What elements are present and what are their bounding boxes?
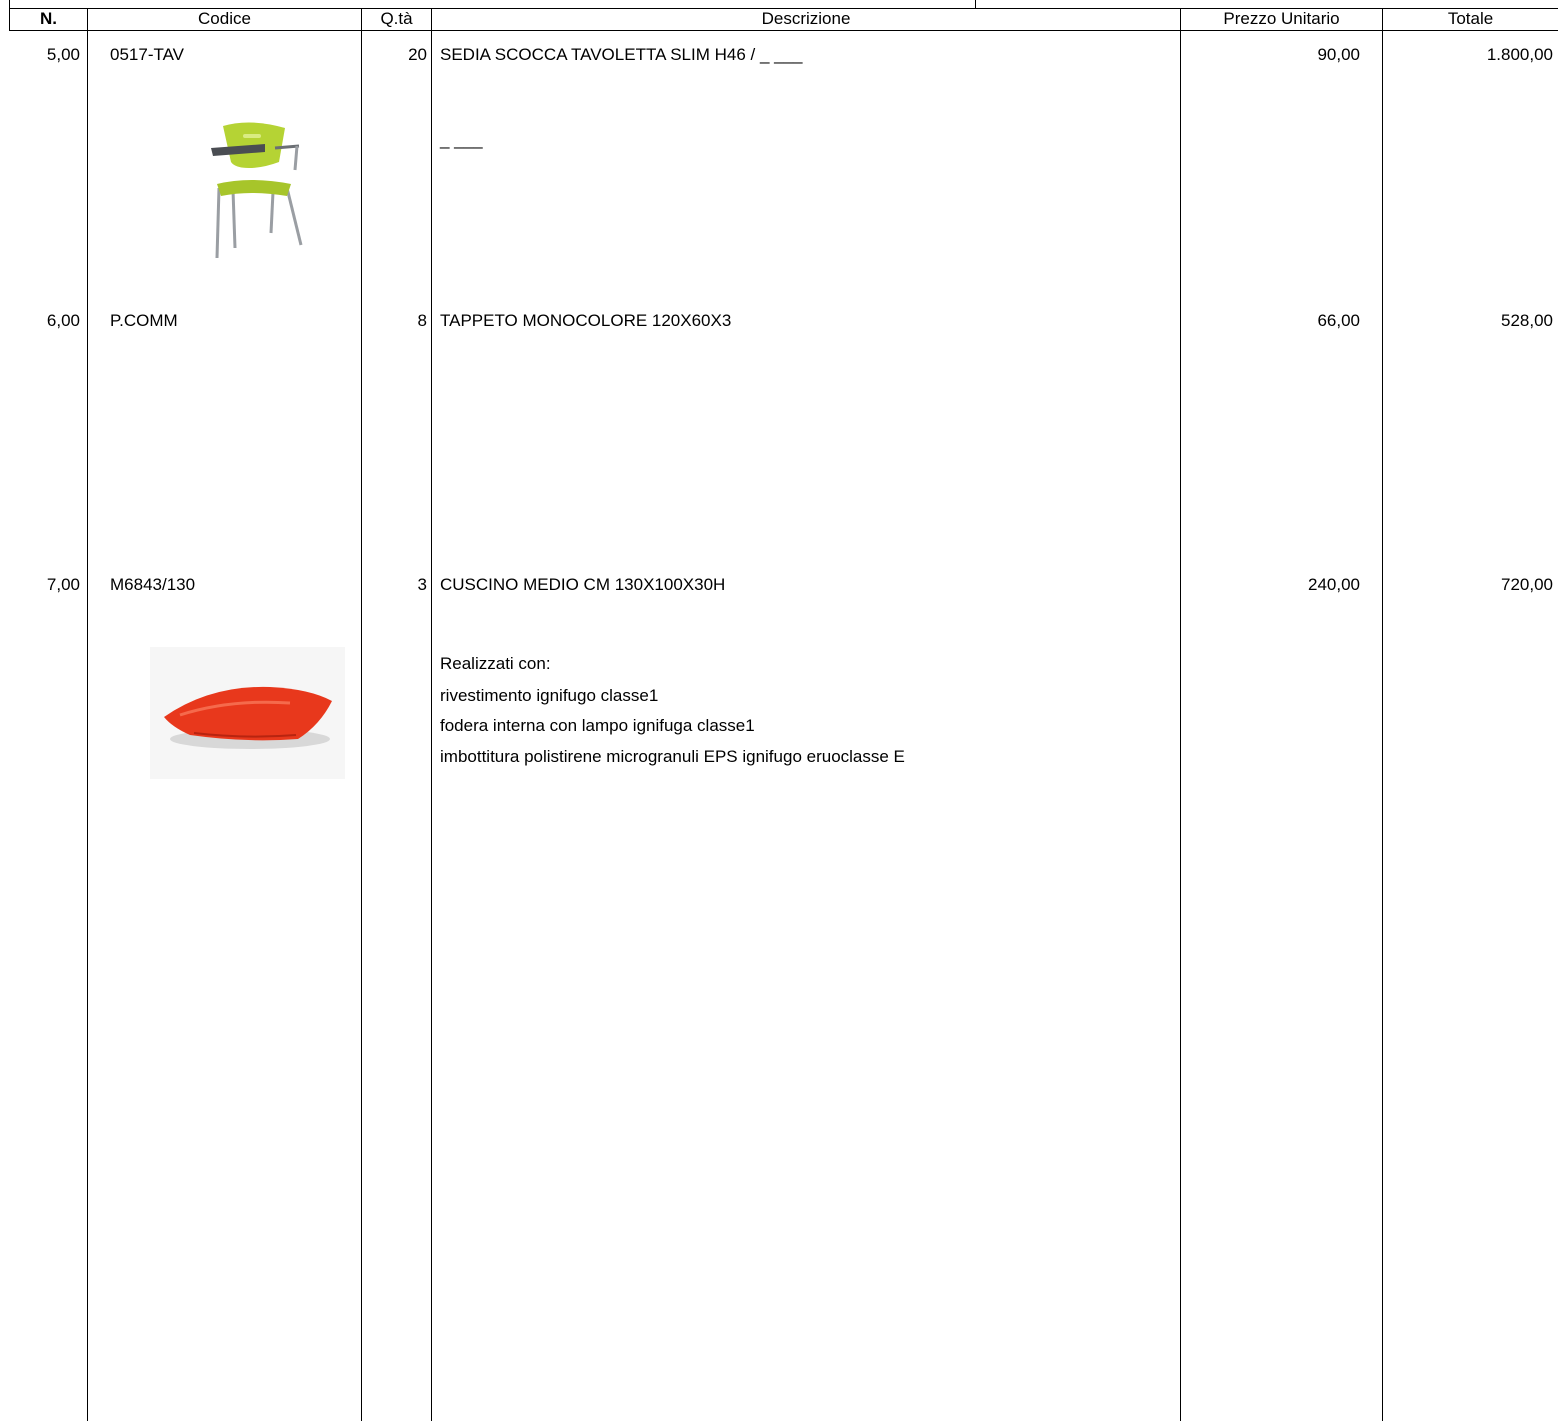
row-5-prezzo: 90,00	[1317, 45, 1360, 64]
cushion-image	[150, 647, 345, 779]
row-7-totale: 720,00	[1501, 575, 1553, 594]
row-7-n: 7,00	[46, 575, 80, 594]
header-qta: Q.tà	[380, 9, 413, 28]
invoice-page: N. Codice Q.tà Descrizione Prezzo Unitar…	[0, 0, 1558, 1421]
row-5-n: 5,00	[46, 45, 80, 64]
col-divider-codice	[361, 8, 362, 1421]
row-6-n: 6,00	[46, 311, 80, 330]
header-codice: Codice	[198, 9, 251, 28]
header-bottom-border	[9, 30, 1558, 31]
row-7-descrizione: CUSCINO MEDIO CM 130X100X30H	[440, 575, 726, 594]
row-7-qta: 3	[417, 575, 427, 594]
row-6-totale: 528,00	[1501, 311, 1553, 330]
row-7-codice: M6843/130	[110, 575, 196, 594]
top-mid-tick	[975, 0, 976, 8]
header-n: N.	[40, 9, 57, 28]
row-7-desc-line-3: fodera interna con lampo ignifuga classe…	[440, 716, 755, 735]
col-divider-n	[87, 8, 88, 1421]
row-6-qta: 8	[417, 311, 427, 330]
row-6-prezzo: 66,00	[1317, 311, 1360, 330]
row-7-desc-line-2: rivestimento ignifugo classe1	[440, 686, 659, 705]
row-5-totale: 1.800,00	[1486, 45, 1553, 64]
col-divider-prezzo	[1382, 8, 1383, 1421]
header-prezzo-unitario: Prezzo Unitario	[1223, 9, 1340, 28]
top-left-tick	[9, 0, 10, 8]
row-7-desc-line-4: imbottitura polistirene microgranuli EPS…	[440, 747, 905, 766]
row-5-descrizione: SEDIA SCOCCA TAVOLETTA SLIM H46 / _ ___	[440, 45, 803, 64]
row-5-codice: 0517-TAV	[110, 45, 185, 64]
col-divider-descrizione	[1180, 8, 1181, 1421]
row-5-qta: 20	[408, 45, 427, 64]
row-7-prezzo: 240,00	[1308, 575, 1360, 594]
header-totale: Totale	[1447, 9, 1494, 28]
row-6-codice: P.COMM	[110, 311, 178, 330]
row-5-desc-extra: _ ___	[440, 130, 483, 149]
col-divider-qta	[431, 8, 432, 1421]
chair-image	[205, 118, 305, 263]
header-descrizione: Descrizione	[761, 9, 851, 28]
row-6-descrizione: TAPPETO MONOCOLORE 120X60X3	[440, 311, 732, 330]
row-7-desc-line-1: Realizzati con:	[440, 654, 551, 673]
